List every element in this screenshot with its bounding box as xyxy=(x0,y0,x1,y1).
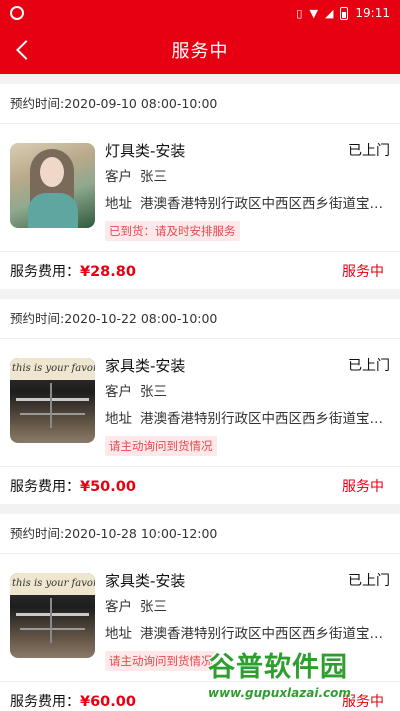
service-title: 家具类-安装 xyxy=(105,356,186,375)
wifi-icon: ▼ xyxy=(309,6,318,20)
visit-state: 已上门 xyxy=(348,143,390,159)
vibrate-icon: ▯ xyxy=(296,6,303,20)
service-title: 家具类-安装 xyxy=(105,571,186,590)
header-bar: 服务中 xyxy=(0,26,400,74)
customer-row: 客户 张三 xyxy=(105,599,167,615)
address-text: 港澳香港特别行政区中西区西乡街道宝安... xyxy=(140,196,390,212)
appointment-time: 预约时间:2020-10-22 08:00-10:00 xyxy=(0,299,400,339)
fee-row: 服务费用：¥60.00 xyxy=(10,693,136,710)
order-thumbnail xyxy=(10,143,95,228)
address-text: 港澳香港特别行政区中西区西乡街道宝安... xyxy=(140,626,390,642)
address-row: 地址 港澳香港特别行政区中西区西乡街道宝安... xyxy=(105,191,390,218)
fee-amount: ¥50.00 xyxy=(80,478,136,495)
visit-state: 已上门 xyxy=(348,573,390,589)
order-card[interactable]: 预约时间:2020-10-28 10:00-12:00 this is your… xyxy=(0,514,400,711)
customer-row: 客户 张三 xyxy=(105,169,167,185)
customer-row: 客户 张三 xyxy=(105,384,167,400)
order-thumbnail: this is your favorite xyxy=(10,358,95,443)
fee-row: 服务费用：¥28.80 xyxy=(10,263,136,280)
delivery-tag: 已到货：请及时安排服务 xyxy=(105,221,240,241)
service-title: 灯具类-安装 xyxy=(105,141,186,160)
order-thumbnail: this is your favorite xyxy=(10,573,95,658)
status-bar: ▯ ▼ ◢ 19:11 xyxy=(0,0,400,26)
order-status: 服务中 xyxy=(342,693,384,710)
back-button[interactable] xyxy=(8,34,38,66)
order-status: 服务中 xyxy=(342,263,384,280)
customer-name: 张三 xyxy=(140,384,167,400)
customer-name: 张三 xyxy=(140,599,167,615)
order-status: 服务中 xyxy=(342,478,384,495)
page-title: 服务中 xyxy=(171,41,229,62)
address-row: 地址 港澳香港特别行政区中西区西乡街道宝安... xyxy=(105,406,390,433)
fee-row: 服务费用：¥50.00 xyxy=(10,478,136,495)
delivery-tag: 请主动询问到货情况 xyxy=(105,436,217,456)
delivery-tag: 请主动询问到货情况 xyxy=(105,651,217,671)
order-list: 预约时间:2020-09-10 08:00-10:00 灯具类-安装 已上门 客… xyxy=(0,74,400,711)
battery-icon xyxy=(340,6,349,20)
appointment-time: 预约时间:2020-10-28 10:00-12:00 xyxy=(0,514,400,554)
appointment-time: 预约时间:2020-09-10 08:00-10:00 xyxy=(0,84,400,124)
order-card[interactable]: 预约时间:2020-10-22 08:00-10:00 this is your… xyxy=(0,299,400,504)
address-row: 地址 港澳香港特别行政区中西区西乡街道宝安... xyxy=(105,621,390,648)
signal-icon: ◢ xyxy=(324,6,334,20)
status-time: 19:11 xyxy=(355,6,390,20)
fee-amount: ¥28.80 xyxy=(80,263,136,280)
visit-state: 已上门 xyxy=(348,358,390,374)
customer-name: 张三 xyxy=(140,169,167,185)
chevron-left-icon xyxy=(16,40,36,60)
order-card[interactable]: 预约时间:2020-09-10 08:00-10:00 灯具类-安装 已上门 客… xyxy=(0,84,400,289)
notification-icon xyxy=(10,6,24,20)
address-text: 港澳香港特别行政区中西区西乡街道宝安... xyxy=(140,411,390,427)
fee-amount: ¥60.00 xyxy=(80,693,136,710)
